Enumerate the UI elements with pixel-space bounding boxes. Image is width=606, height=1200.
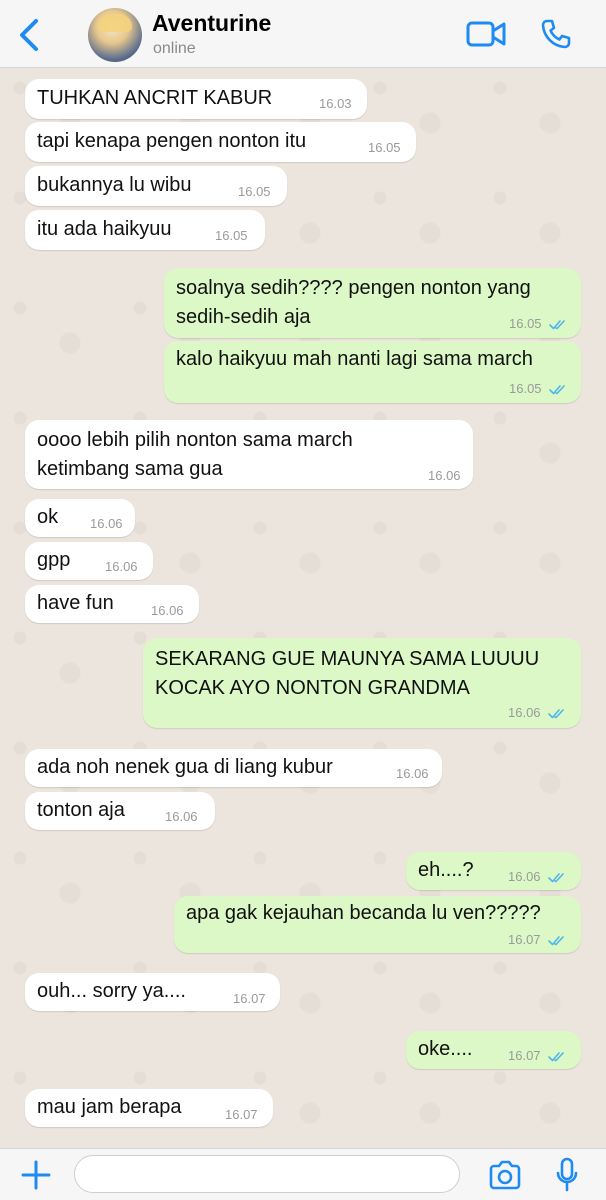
message-time: 16.06 — [508, 869, 541, 884]
message-time: 16.05 — [238, 184, 271, 199]
message-time: 16.06 — [151, 603, 184, 618]
incoming-message[interactable]: tonton aja 16.06 — [25, 792, 215, 830]
message-text: oooo lebih pilih nonton sama march ketim… — [37, 429, 353, 480]
contact-status: online — [153, 40, 196, 57]
message-time: 16.06 — [396, 766, 429, 781]
avatar[interactable] — [88, 8, 142, 62]
read-receipt-icon — [548, 936, 564, 946]
message-text: ouh... sorry ya.... — [37, 980, 186, 1002]
read-receipt-icon — [549, 320, 565, 330]
incoming-message[interactable]: ok 16.06 — [25, 499, 135, 537]
video-camera-icon[interactable] — [466, 20, 506, 48]
message-time: 16.05 — [509, 381, 542, 396]
message-text: itu ada haikyuu — [37, 218, 172, 240]
message-text: kalo haikyuu mah nanti lagi sama march — [176, 348, 533, 370]
message-text: soalnya sedih???? pengen nonton yang sed… — [176, 277, 531, 328]
incoming-message[interactable]: ouh... sorry ya.... 16.07 — [25, 973, 280, 1011]
message-text: ok — [37, 506, 59, 528]
message-time: 16.07 — [233, 991, 266, 1006]
phone-icon[interactable] — [540, 18, 572, 50]
composer-bar — [0, 1148, 606, 1200]
outgoing-message[interactable]: kalo haikyuu mah nanti lagi sama march 16… — [164, 341, 581, 403]
microphone-icon[interactable] — [555, 1157, 579, 1193]
message-time: 16.03 — [319, 96, 352, 111]
message-time: 16.06 — [428, 468, 461, 483]
message-time: 16.05 — [368, 140, 401, 155]
message-text: oke.... — [418, 1038, 473, 1060]
read-receipt-icon — [548, 873, 564, 883]
outgoing-message[interactable]: soalnya sedih???? pengen nonton yang sed… — [164, 268, 581, 338]
message-text: apa gak kejauhan becanda lu ven????? — [186, 902, 541, 924]
message-time: 16.06 — [90, 516, 123, 531]
message-list[interactable]: TUHKAN ANCRIT KABUR 16.03 tapi kenapa peng… — [0, 68, 606, 1148]
chat-header: Aventurine online — [0, 0, 606, 68]
incoming-message[interactable]: bukannya lu wibu 16.05 — [25, 166, 287, 206]
incoming-message[interactable]: tapi kenapa pengen nonton itu 16.05 — [25, 122, 416, 162]
plus-icon[interactable] — [20, 1159, 52, 1191]
incoming-message[interactable]: oooo lebih pilih nonton sama march ketim… — [25, 420, 473, 489]
message-text: eh....? — [418, 859, 474, 881]
message-text: gpp — [37, 549, 71, 571]
message-time: 16.07 — [225, 1107, 258, 1122]
message-time: 16.06 — [508, 705, 541, 720]
read-receipt-icon — [548, 709, 564, 719]
message-time: 16.05 — [215, 228, 248, 243]
message-time: 16.07 — [508, 1048, 541, 1063]
read-receipt-icon — [549, 385, 565, 395]
incoming-message[interactable]: mau jam berapa 16.07 — [25, 1089, 273, 1127]
contact-name[interactable]: Aventurine — [152, 10, 271, 37]
message-text: mau jam berapa — [37, 1096, 182, 1118]
incoming-message[interactable]: ada noh nenek gua di liang kubur 16.06 — [25, 749, 442, 787]
incoming-message[interactable]: have fun 16.06 — [25, 585, 199, 623]
incoming-message[interactable]: itu ada haikyuu 16.05 — [25, 210, 265, 250]
message-text: have fun — [37, 592, 114, 614]
message-text: TUHKAN ANCRIT KABUR — [37, 87, 273, 109]
camera-icon[interactable] — [488, 1160, 522, 1190]
read-receipt-icon — [548, 1052, 564, 1062]
message-text: SEKARANG GUE MAUNYA SAMA LUUUU KOCAK AYO… — [155, 648, 540, 699]
message-time: 16.07 — [508, 932, 541, 947]
message-time: 16.05 — [509, 316, 542, 331]
incoming-message[interactable]: TUHKAN ANCRIT KABUR 16.03 — [25, 79, 367, 119]
chevron-left-icon[interactable] — [14, 18, 44, 52]
outgoing-message[interactable]: oke.... 16.07 — [406, 1031, 581, 1069]
outgoing-message[interactable]: SEKARANG GUE MAUNYA SAMA LUUUU KOCAK AYO… — [143, 638, 581, 728]
message-time: 16.06 — [105, 559, 138, 574]
message-text: ada noh nenek gua di liang kubur — [37, 756, 333, 778]
message-text: bukannya lu wibu — [37, 174, 192, 196]
outgoing-message[interactable]: apa gak kejauhan becanda lu ven????? 16.0… — [174, 896, 581, 953]
incoming-message[interactable]: gpp 16.06 — [25, 542, 153, 580]
message-input[interactable] — [74, 1155, 460, 1193]
message-text: tapi kenapa pengen nonton itu — [37, 130, 307, 152]
message-time: 16.06 — [165, 809, 198, 824]
outgoing-message[interactable]: eh....? 16.06 — [406, 852, 581, 890]
message-text: tonton aja — [37, 799, 125, 821]
